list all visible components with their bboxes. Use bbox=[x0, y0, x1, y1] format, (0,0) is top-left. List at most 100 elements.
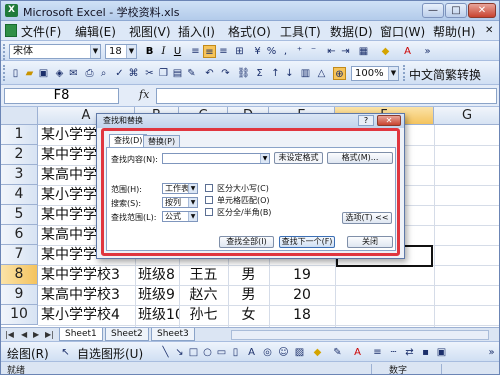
oval-icon[interactable]: ○ bbox=[201, 346, 214, 359]
bold-button[interactable]: B bbox=[143, 45, 156, 58]
zoom-highlight-icon[interactable]: ⊕ bbox=[333, 67, 346, 80]
next-sheet-icon[interactable]: ▶ bbox=[33, 330, 39, 339]
row-header-6[interactable]: 6 bbox=[1, 225, 38, 245]
menu-tools[interactable]: 工具(T) bbox=[280, 23, 321, 40]
textbox-icon[interactable]: ▭ bbox=[215, 346, 228, 359]
toolbar-grip[interactable] bbox=[3, 65, 6, 81]
row-header-4[interactable]: 4 bbox=[1, 185, 38, 205]
cell-a9[interactable]: 某高中学校3 bbox=[41, 285, 135, 305]
menu-file[interactable]: 文件(F) bbox=[21, 23, 61, 40]
workbook-icon[interactable] bbox=[5, 24, 17, 37]
font-color-icon[interactable]: A bbox=[401, 45, 414, 58]
align-right-icon[interactable]: ≡ bbox=[217, 45, 230, 58]
fill-color-icon[interactable]: ◆ bbox=[379, 45, 392, 58]
menu-edit[interactable]: 编辑(E) bbox=[75, 23, 116, 40]
cell-c9[interactable]: 赵六 bbox=[179, 285, 228, 305]
row-header-10[interactable]: 10 bbox=[1, 305, 38, 325]
cell-b9[interactable]: 班级9 bbox=[138, 285, 179, 305]
diagram-icon[interactable]: ◎ bbox=[261, 346, 274, 359]
fill-color-icon[interactable]: ◆ bbox=[311, 346, 324, 359]
paste-icon[interactable]: ▤ bbox=[171, 67, 184, 80]
cell-e9[interactable]: 20 bbox=[269, 285, 335, 305]
line-style-icon[interactable]: ≡ bbox=[371, 346, 384, 359]
3d-style-icon[interactable]: ▣ bbox=[435, 346, 448, 359]
cell-d10[interactable]: 女 bbox=[228, 305, 269, 325]
sort-ascending-icon[interactable]: ↑ bbox=[269, 67, 282, 80]
clipart-icon[interactable]: ☺ bbox=[277, 346, 290, 359]
rectangle-icon[interactable]: □ bbox=[187, 346, 200, 359]
spelling-icon[interactable]: ✓ bbox=[113, 67, 126, 80]
picture-icon[interactable]: ▨ bbox=[293, 346, 306, 359]
format-painter-icon[interactable]: ✎ bbox=[185, 67, 198, 80]
sort-descending-icon[interactable]: ↓ bbox=[283, 67, 296, 80]
autosum-icon[interactable]: Σ bbox=[253, 67, 266, 80]
draw-menu-button[interactable]: 绘图(R) bbox=[7, 345, 49, 362]
row-header-2[interactable]: 2 bbox=[1, 145, 38, 165]
line-icon[interactable]: ╲ bbox=[159, 346, 172, 359]
cell-b8[interactable]: 班级8 bbox=[138, 265, 179, 285]
open-icon[interactable]: ▰ bbox=[23, 67, 36, 80]
decrease-decimal-icon[interactable]: ⁻ bbox=[307, 45, 320, 58]
toolbar-grip[interactable] bbox=[3, 44, 6, 60]
row-header-1[interactable]: 1 bbox=[1, 125, 38, 145]
line-color-icon[interactable]: ✎ bbox=[331, 346, 344, 359]
prev-sheet-icon[interactable]: ◀ bbox=[21, 330, 27, 339]
menu-view[interactable]: 视图(V) bbox=[129, 23, 171, 40]
chevron-down-icon[interactable]: ▼ bbox=[388, 67, 398, 80]
font-size-select[interactable]: 18 ▼ bbox=[105, 44, 137, 59]
dialog-help-button[interactable]: ? bbox=[358, 115, 374, 126]
align-center-icon[interactable]: ≡ bbox=[203, 45, 216, 58]
toolbar-grip[interactable] bbox=[403, 65, 406, 81]
sheet-tab-sheet2[interactable]: Sheet2 bbox=[105, 328, 149, 341]
print-icon[interactable]: ⎙ bbox=[83, 67, 96, 80]
row-header-8[interactable]: 8 bbox=[1, 265, 38, 285]
arrow-style-icon[interactable]: ⇄ bbox=[403, 346, 416, 359]
wordart-icon[interactable]: A bbox=[245, 346, 258, 359]
menu-format[interactable]: 格式(O) bbox=[228, 23, 271, 40]
row-header-7[interactable]: 7 bbox=[1, 245, 38, 265]
maximize-button[interactable]: □ bbox=[445, 3, 467, 18]
increase-decimal-icon[interactable]: ⁺ bbox=[293, 45, 306, 58]
column-header-g[interactable]: G bbox=[434, 107, 499, 125]
menu-data[interactable]: 数据(D) bbox=[330, 23, 373, 40]
menu-window[interactable]: 窗口(W) bbox=[380, 23, 425, 40]
chinese-conversion-button[interactable]: 中文简繁转换 bbox=[409, 66, 481, 83]
row-header-5[interactable]: 5 bbox=[1, 205, 38, 225]
name-box[interactable]: F8 bbox=[4, 88, 119, 104]
new-icon[interactable]: ▯ bbox=[9, 67, 22, 80]
undo-icon[interactable]: ↶ bbox=[203, 67, 216, 80]
toolbar-options-icon[interactable]: » bbox=[421, 45, 434, 58]
hyperlink-icon[interactable]: ⛓ bbox=[237, 67, 250, 80]
borders-icon[interactable]: ▦ bbox=[357, 45, 370, 58]
decrease-indent-icon[interactable]: ⇤ bbox=[325, 45, 338, 58]
comma-button[interactable]: , bbox=[279, 45, 292, 58]
horizontal-scrollbar[interactable] bbox=[231, 330, 489, 340]
zoom-select[interactable]: 100% ▼ bbox=[351, 66, 399, 81]
dialog-close-icon[interactable]: ✕ bbox=[377, 115, 401, 126]
doc-close-icon[interactable]: ✕ bbox=[485, 25, 493, 36]
chevron-down-icon[interactable]: ▼ bbox=[126, 45, 136, 58]
cell-c10[interactable]: 孙七 bbox=[179, 305, 228, 325]
italic-button[interactable]: I bbox=[157, 45, 170, 58]
underline-button[interactable]: U bbox=[171, 45, 184, 58]
drawing-icon[interactable]: △ bbox=[315, 67, 328, 80]
select-objects-icon[interactable]: ↖ bbox=[59, 346, 72, 359]
increase-indent-icon[interactable]: ⇥ bbox=[339, 45, 352, 58]
cell-e10[interactable]: 18 bbox=[269, 305, 335, 325]
currency-icon[interactable]: ¥ bbox=[251, 45, 264, 58]
cell-d8[interactable]: 男 bbox=[228, 265, 269, 285]
research-icon[interactable]: ⌘ bbox=[127, 67, 140, 80]
cell-c8[interactable]: 王五 bbox=[179, 265, 228, 285]
toolbar-options-icon[interactable]: » bbox=[485, 346, 498, 359]
select-all-corner[interactable] bbox=[1, 107, 38, 125]
sheet-tab-sheet1[interactable]: Sheet1 bbox=[59, 328, 103, 341]
last-sheet-icon[interactable]: ▶| bbox=[45, 330, 54, 339]
copy-icon[interactable]: ❐ bbox=[157, 67, 170, 80]
cell-b10[interactable]: 班级10 bbox=[138, 305, 179, 325]
cell-a10[interactable]: 某小学学校4 bbox=[41, 305, 135, 325]
arrow-icon[interactable]: ↘ bbox=[173, 346, 186, 359]
dash-style-icon[interactable]: ┄ bbox=[387, 346, 400, 359]
cell-a8[interactable]: 某中学学校3 bbox=[41, 265, 135, 285]
save-icon[interactable]: ▣ bbox=[37, 67, 50, 80]
close-button[interactable]: ✕ bbox=[468, 3, 496, 18]
